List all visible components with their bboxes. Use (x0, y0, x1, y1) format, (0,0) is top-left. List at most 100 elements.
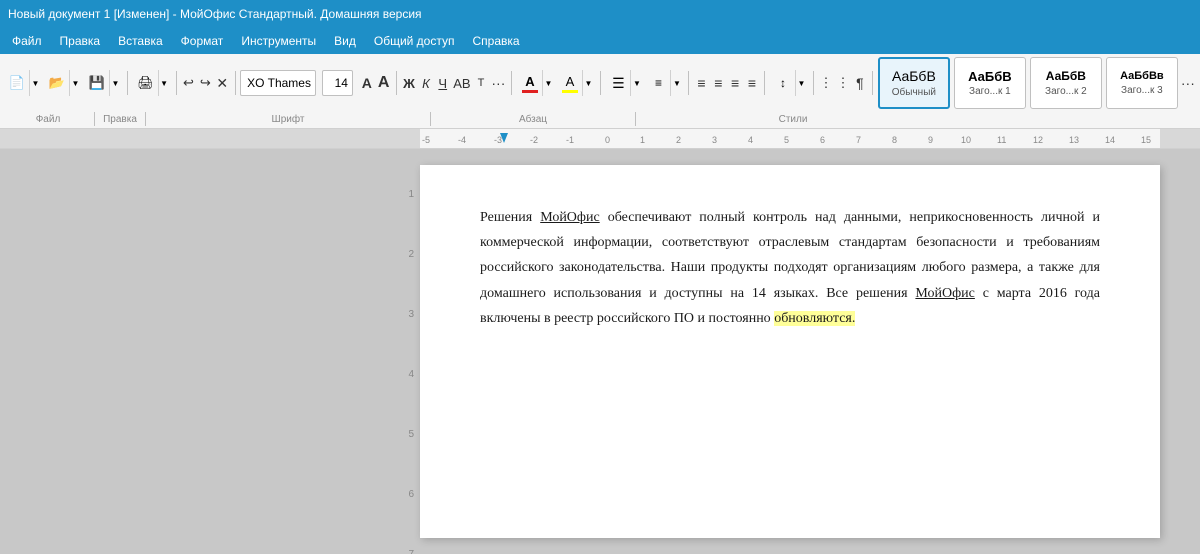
line-spacing-arrow: ▼ (795, 70, 807, 96)
highlight-arrow-icon: ▼ (582, 70, 594, 96)
sep-10 (872, 71, 873, 95)
print-btn[interactable]: 🖨 ▼ (133, 70, 171, 96)
sep-7 (688, 71, 689, 95)
sep-6 (600, 71, 601, 95)
document-page[interactable]: Решения МойОфис обеспечивают полный конт… (420, 165, 1160, 538)
style-heading1-preview: АаБбВ (968, 69, 1012, 85)
menu-share[interactable]: Общий доступ (366, 31, 463, 51)
styles-more-btn[interactable]: ··· (1180, 70, 1196, 96)
indent-more-btn[interactable]: ⋮ (835, 70, 850, 96)
edit-label: Правка (97, 114, 143, 125)
text-color-btn[interactable]: А ▼ (517, 70, 555, 96)
svg-text:13: 13 (1069, 135, 1079, 145)
menu-insert[interactable]: Вставка (110, 31, 171, 51)
superscript-btn[interactable]: Т (474, 70, 489, 96)
font-family-input[interactable] (241, 74, 316, 92)
style-heading3[interactable]: АаБбВв Заго...к 3 (1106, 57, 1178, 109)
redo-btn[interactable]: ↪ (198, 70, 213, 96)
open-arrow-icon: ▼ (69, 70, 81, 96)
svg-text:-5: -5 (422, 135, 430, 145)
new-arrow-icon: ▼ (29, 70, 41, 96)
menu-bar: Файл Правка Вставка Формат Инструменты В… (0, 28, 1200, 54)
menu-tools[interactable]: Инструменты (233, 31, 324, 51)
numbered-list-btn[interactable]: ≡ ▼ (645, 70, 683, 96)
sep-9 (813, 71, 814, 95)
sep-5 (511, 71, 512, 95)
svg-text:-3: -3 (494, 135, 502, 145)
save-document-btn[interactable]: 💾 ▼ (84, 70, 122, 96)
align-left-btn[interactable]: ≡ (694, 70, 709, 96)
title-bar: Новый документ 1 [Изменен] - МойОфис Ста… (0, 0, 1200, 28)
ruler: -5 -4 -3 -2 -1 0 1 2 3 4 5 6 7 8 9 10 11… (0, 129, 1200, 149)
indent-list-btn[interactable]: ⋮ (818, 70, 833, 96)
page-content[interactable]: Решения МойОфис обеспечивают полный конт… (480, 205, 1100, 331)
svg-text:15: 15 (1141, 135, 1151, 145)
bullet-list-btn[interactable]: ☰ ▼ (605, 70, 643, 96)
menu-edit[interactable]: Правка (52, 31, 109, 51)
line-num-7: 7 (0, 549, 420, 554)
sep-2 (176, 71, 177, 95)
line-num-3: 3 (0, 309, 420, 369)
main-area: 1 2 3 4 5 6 7 Решения МойОфис обеспечива… (0, 149, 1200, 554)
font-size-increase-btn[interactable]: A (376, 70, 391, 96)
clear-format-btn[interactable]: ✕ (215, 70, 230, 96)
align-justify-btn[interactable]: ≡ (745, 70, 760, 96)
styles-label: Стили (638, 114, 948, 125)
font-more-btn[interactable]: ··· (490, 70, 506, 96)
svg-text:14: 14 (1105, 135, 1115, 145)
sep-8 (764, 71, 765, 95)
strikethrough-btn[interactable]: АВ (452, 70, 471, 96)
print-arrow-icon: ▼ (158, 70, 170, 96)
toolbar-row-1: 📄 ▼ 📂 ▼ 💾 ▼ 🖨 ▼ ↩ ↪ ✕ ▼ (0, 54, 1200, 112)
document-paragraph[interactable]: Решения МойОфис обеспечивают полный конт… (480, 205, 1100, 331)
line-num-1: 1 (0, 189, 420, 249)
line-num-6: 6 (0, 489, 420, 549)
bold-btn[interactable]: Ж (402, 70, 417, 96)
menu-format[interactable]: Формат (173, 31, 232, 51)
svg-text:-1: -1 (566, 135, 574, 145)
highlighted-text: обновляются. (774, 311, 855, 326)
font-size-decrease-btn[interactable]: A (359, 70, 374, 96)
style-heading3-label: Заго...к 3 (1121, 85, 1163, 96)
menu-help[interactable]: Справка (464, 31, 527, 51)
align-right-btn[interactable]: ≡ (728, 70, 743, 96)
menu-view[interactable]: Вид (326, 31, 364, 51)
line-num-2: 2 (0, 249, 420, 309)
sep-1 (127, 71, 128, 95)
open-icon: 📂 (45, 70, 69, 96)
font-size-input[interactable] (323, 74, 353, 92)
right-area (1160, 149, 1200, 554)
new-document-btn[interactable]: 📄 ▼ (4, 70, 42, 96)
numbered-list-arrow: ▼ (670, 70, 682, 96)
style-normal[interactable]: АаБбВ Обычный (878, 57, 950, 109)
undo-btn[interactable]: ↩ (181, 70, 196, 96)
line-num-4: 4 (0, 369, 420, 429)
sep-4 (396, 71, 397, 95)
svg-text:5: 5 (784, 135, 789, 145)
style-heading2-label: Заго...к 2 (1045, 86, 1087, 97)
svg-text:4: 4 (748, 135, 753, 145)
paragraph-label: Абзац (433, 114, 633, 125)
open-document-btn[interactable]: 📂 ▼ (44, 70, 82, 96)
menu-file[interactable]: Файл (4, 31, 50, 51)
italic-btn[interactable]: К (418, 70, 433, 96)
svg-text:8: 8 (892, 135, 897, 145)
style-heading1[interactable]: АаБбВ Заго...к 1 (954, 57, 1026, 109)
bullet-list-icon: ☰ (606, 70, 630, 96)
style-normal-label: Обычный (892, 87, 936, 98)
svg-text:0: 0 (605, 135, 610, 145)
line-spacing-btn[interactable]: ↕ ▼ (770, 70, 808, 96)
text-color-icon: А (518, 70, 542, 96)
svg-text:-2: -2 (530, 135, 538, 145)
print-icon: 🖨 (134, 70, 158, 96)
left-margin: 1 2 3 4 5 6 7 (0, 149, 420, 554)
sep-3 (235, 71, 236, 95)
paragraph-mark-btn[interactable]: ¶ (852, 70, 867, 96)
underline-btn[interactable]: Ч (435, 70, 450, 96)
save-arrow-icon: ▼ (109, 70, 121, 96)
style-heading2[interactable]: АаБбВ Заго...к 2 (1030, 57, 1102, 109)
highlight-color-btn[interactable]: А ▼ (557, 70, 595, 96)
myoffice-link-2[interactable]: МойОфис (915, 286, 974, 301)
align-center-btn[interactable]: ≡ (711, 70, 726, 96)
myoffice-link-1[interactable]: МойОфис (540, 210, 599, 225)
